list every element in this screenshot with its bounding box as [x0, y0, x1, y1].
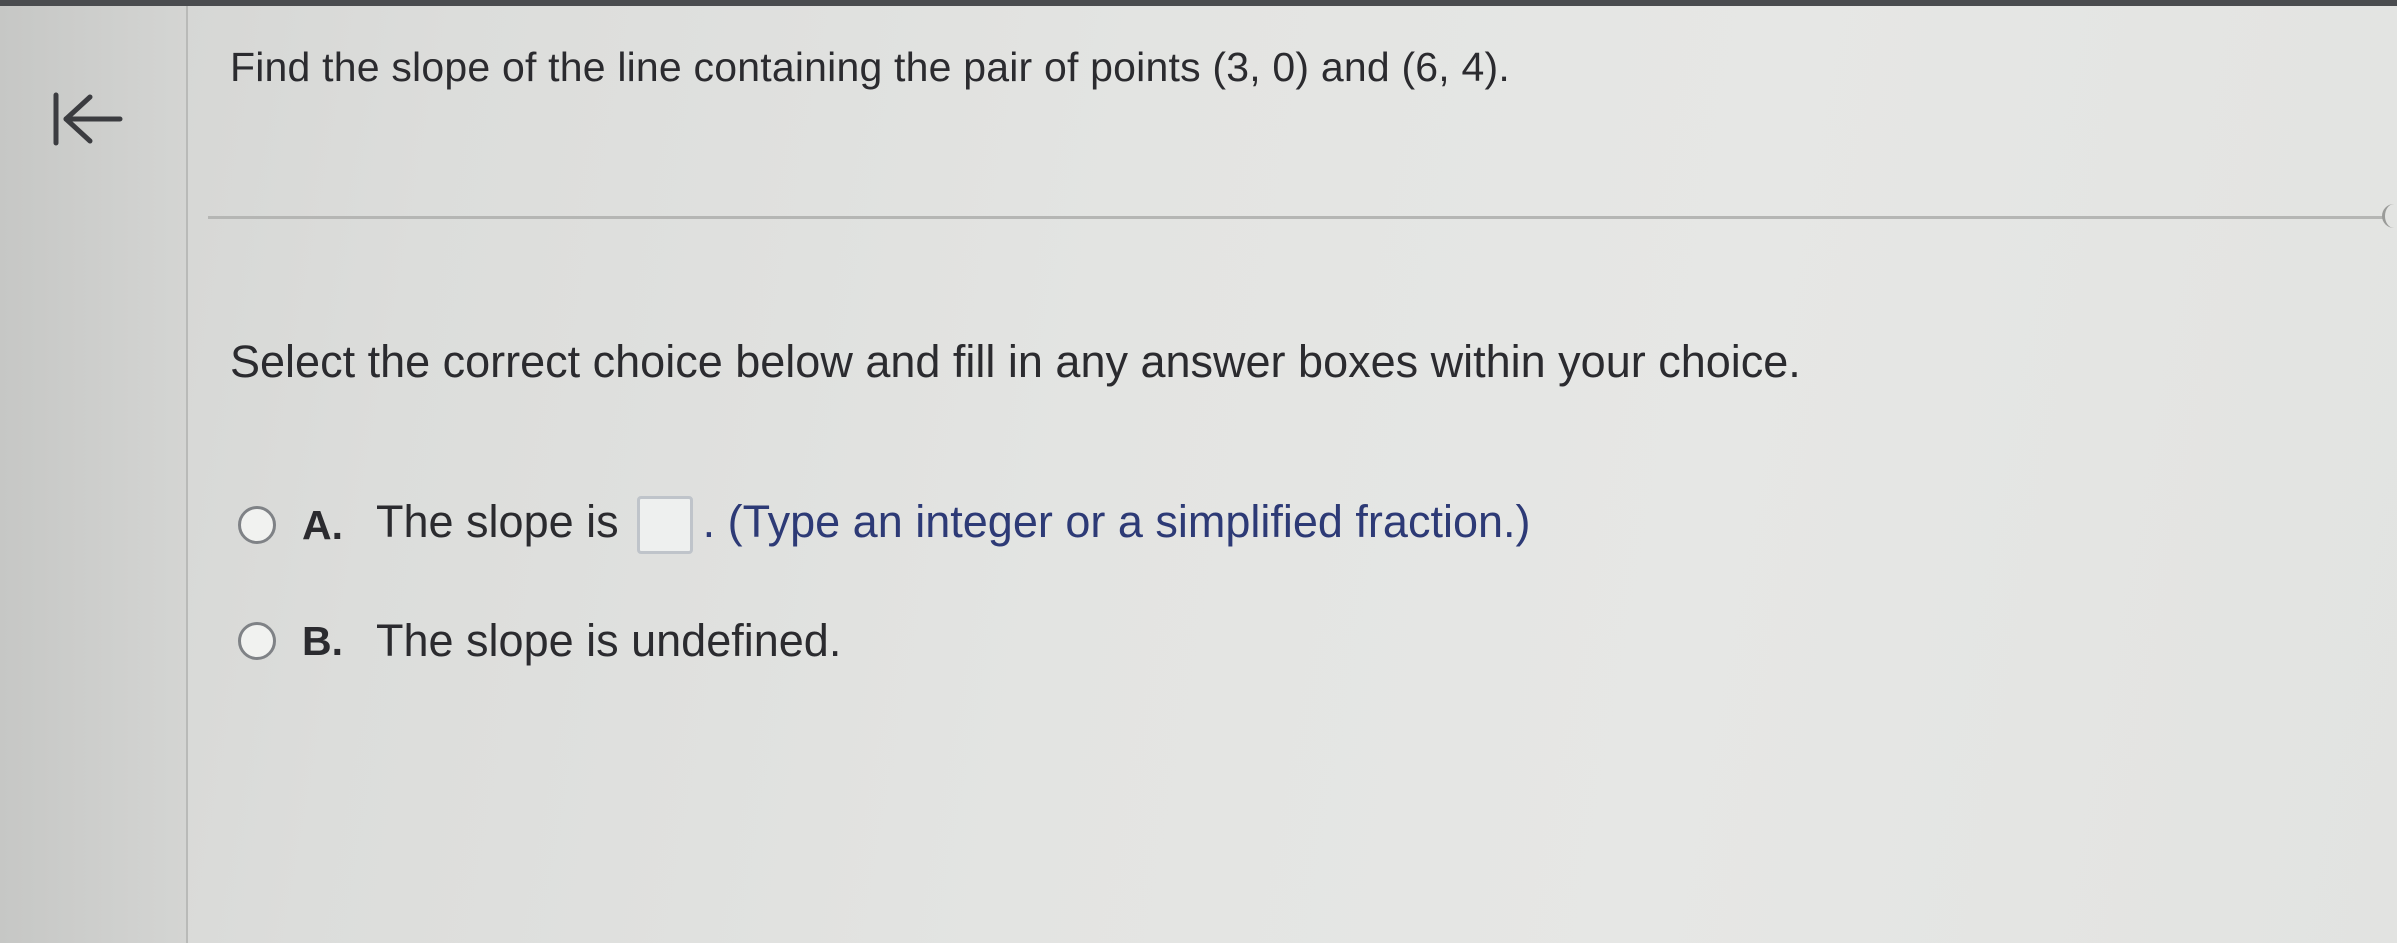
choice-a-letter: A. [302, 501, 343, 548]
choice-b[interactable]: B. The slope is undefined. [238, 606, 841, 676]
first-page-arrow-icon [53, 92, 123, 146]
choice-a-radio[interactable] [238, 506, 276, 544]
choice-a-text-before: The slope is [376, 495, 619, 547]
choice-b-letter: B. [302, 617, 343, 664]
question-text: Find the slope of the line containing th… [230, 44, 1510, 90]
choice-a[interactable]: A. The slope is . (Type an integer or a s… [238, 490, 1531, 560]
choice-b-radio[interactable] [238, 622, 276, 660]
divider-end-cap [2382, 204, 2397, 228]
choice-a-text: The slope is . (Type an integer or a simp… [376, 495, 1531, 555]
choice-b-text: The slope is undefined. [376, 615, 842, 666]
section-divider [208, 216, 2384, 219]
screen-top-edge [0, 0, 2397, 6]
first-question-button[interactable] [40, 84, 132, 154]
choice-a-hint: . (Type an integer or a simplified fract… [702, 495, 1531, 547]
slope-answer-box[interactable] [636, 496, 693, 555]
instructions-text: Select the correct choice below and fill… [230, 336, 1801, 387]
left-navigation-panel [0, 6, 188, 943]
